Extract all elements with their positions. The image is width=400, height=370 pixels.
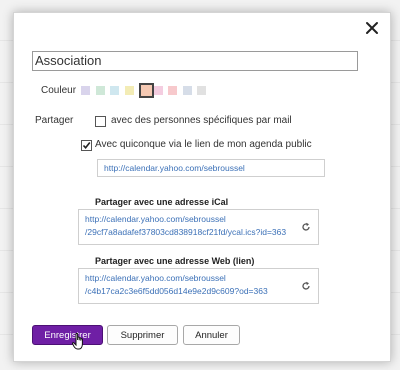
- color-swatch[interactable]: [139, 83, 154, 98]
- checkmark-icon: [82, 142, 91, 150]
- web-section-title: Partager avec une adresse Web (lien): [95, 256, 255, 266]
- calendar-name-input[interactable]: [32, 51, 358, 71]
- public-url-field[interactable]: http://calendar.yahoo.com/sebroussel: [97, 159, 325, 177]
- delete-button[interactable]: Supprimer: [107, 325, 178, 345]
- public-link-checkbox[interactable]: [81, 140, 92, 151]
- web-url-line1: http://calendar.yahoo.com/sebroussel: [85, 273, 226, 283]
- share-calendar-dialog: Couleur Partager avec des personnes spéc…: [13, 12, 391, 362]
- share-label: Partager: [35, 115, 74, 126]
- color-swatch[interactable]: [95, 86, 105, 95]
- color-swatch[interactable]: [81, 86, 90, 95]
- color-swatch[interactable]: [153, 86, 163, 95]
- specific-people-label: avec des personnes spécifiques par mail: [111, 115, 292, 126]
- public-url-text: http://calendar.yahoo.com/sebroussel: [104, 163, 245, 173]
- color-swatch[interactable]: [168, 86, 177, 95]
- ical-url-line2: /29cf7a8adafef37803cd838918cf21fd/ycal.i…: [85, 227, 287, 237]
- cancel-button[interactable]: Annuler: [183, 325, 240, 345]
- ical-url-field[interactable]: http://calendar.yahoo.com/sebroussel /29…: [78, 209, 319, 245]
- refresh-icon[interactable]: [301, 281, 311, 295]
- color-label: Couleur: [41, 85, 77, 96]
- specific-people-checkbox[interactable]: [95, 116, 106, 127]
- web-url-field[interactable]: http://calendar.yahoo.com/sebroussel /c4…: [78, 268, 319, 304]
- ical-section-title: Partager avec une adresse iCal: [95, 197, 229, 207]
- save-button[interactable]: Enregistrer: [32, 325, 103, 345]
- color-swatch[interactable]: [197, 86, 206, 95]
- color-swatch[interactable]: [124, 86, 134, 95]
- hand-cursor-icon: [72, 332, 86, 356]
- web-url-line2: /c4b17ca2c3e6f5dd056d14e9e2d9c609?od=363: [85, 286, 268, 296]
- ical-url-line1: http://calendar.yahoo.com/sebroussel: [85, 214, 226, 224]
- public-link-label: Avec quiconque via le lien de mon agenda…: [95, 139, 312, 150]
- color-swatch[interactable]: [182, 86, 192, 95]
- close-icon[interactable]: [364, 20, 380, 36]
- refresh-icon[interactable]: [301, 222, 311, 236]
- color-swatch[interactable]: [110, 86, 119, 95]
